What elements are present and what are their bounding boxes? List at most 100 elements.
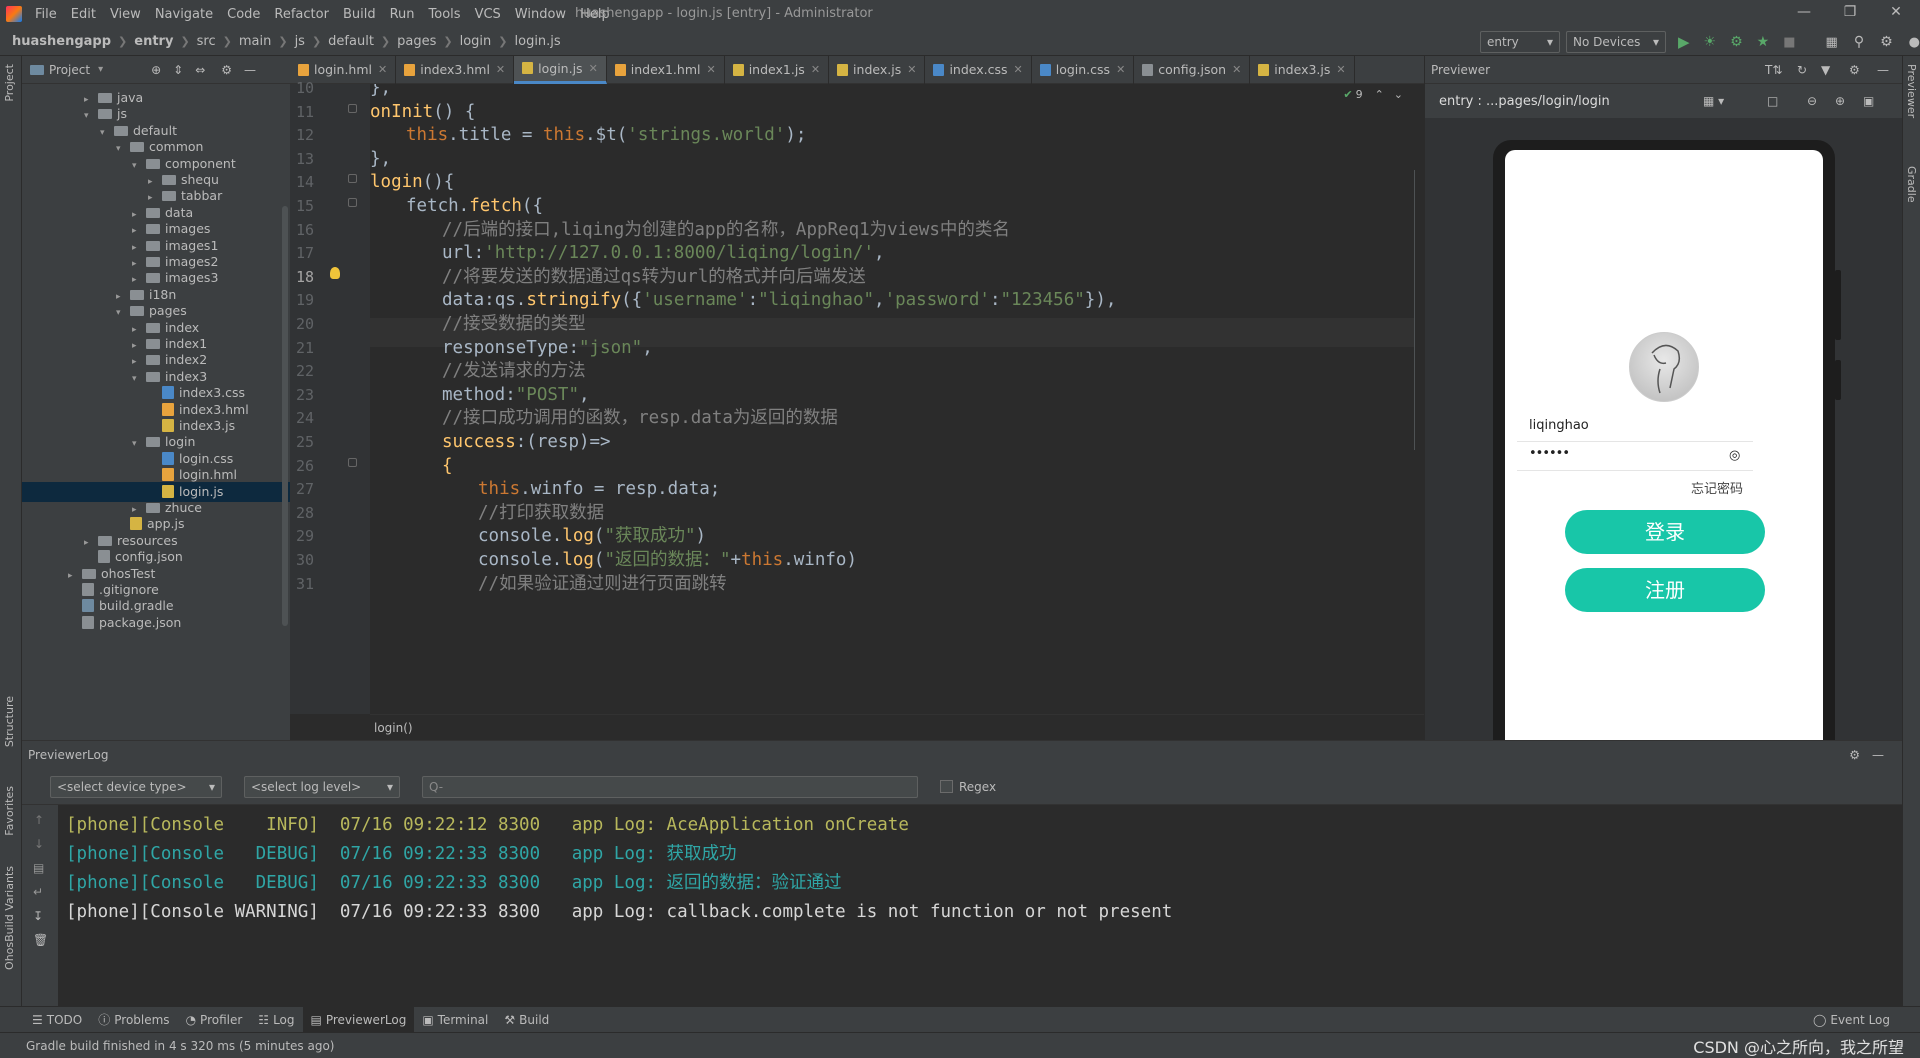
print-icon[interactable]: ▤ <box>33 861 44 875</box>
tool-tab-terminal[interactable]: ▣ Terminal <box>414 1013 496 1027</box>
previewer-settings-icon[interactable]: ⚙ <box>1849 63 1860 77</box>
filter-icon[interactable]: ▼ <box>1821 63 1830 77</box>
close-window-button[interactable]: ✕ <box>1876 4 1916 20</box>
tab-login-js[interactable]: login.js ✕ <box>514 55 607 84</box>
tab-index1-js[interactable]: index1.js ✕ <box>725 55 830 84</box>
tool-tab-problems[interactable]: ⓘ Problems <box>90 1011 177 1028</box>
close-tab-icon[interactable]: ✕ <box>1336 63 1345 76</box>
code-editor[interactable]: }, onInit() {this.title = this.$t('string… <box>370 84 1415 714</box>
regex-toggle[interactable]: Regex <box>940 780 996 794</box>
function-breadcrumb[interactable]: login() <box>374 721 413 735</box>
chevron-down-icon[interactable]: ▾ <box>98 64 103 75</box>
minimize-button[interactable]: — <box>1784 4 1824 20</box>
fold-marker-icon[interactable] <box>348 198 357 207</box>
fold-marker-icon[interactable] <box>348 103 357 113</box>
sdk-manager-icon[interactable]: ▦ <box>1826 35 1838 50</box>
panel-settings-icon[interactable]: ⚙ <box>221 63 232 77</box>
close-tab-icon[interactable]: ✕ <box>378 63 387 76</box>
menu-edit[interactable]: Edit <box>64 7 103 22</box>
editor-scrollbar[interactable] <box>1414 170 1415 450</box>
breadcrumb-item[interactable]: login <box>458 34 494 49</box>
clear-log-icon[interactable]: 🗑 <box>33 933 48 947</box>
breadcrumb-item[interactable]: src <box>195 34 218 49</box>
device-dropdown[interactable]: No Devices ▾ <box>1566 31 1666 53</box>
breadcrumb-item[interactable]: entry <box>132 34 175 49</box>
menu-navigate[interactable]: Navigate <box>148 7 220 22</box>
hide-log-icon[interactable]: — <box>1872 748 1884 762</box>
zoom-out-icon[interactable]: ⊖ <box>1807 94 1817 108</box>
hide-previewer-icon[interactable]: — <box>1877 63 1889 77</box>
event-log-button[interactable]: ◯ Event Log <box>1813 1013 1890 1027</box>
close-tab-icon[interactable]: ✕ <box>907 63 916 76</box>
close-tab-icon[interactable]: ✕ <box>589 62 598 75</box>
grid-view-icon[interactable]: ▦ ▾ <box>1703 94 1724 108</box>
login-button[interactable]: 登录 <box>1565 510 1765 554</box>
project-view-label[interactable]: Project <box>49 63 90 77</box>
search-icon[interactable]: ⚲ <box>1854 34 1864 50</box>
attach-debugger-icon[interactable]: ★ <box>1757 34 1770 50</box>
close-tab-icon[interactable]: ✕ <box>1232 63 1241 76</box>
tab-index-css[interactable]: index.css ✕ <box>925 55 1032 84</box>
refresh-icon[interactable]: ↻ <box>1797 63 1807 77</box>
menu-file[interactable]: File <box>28 7 64 22</box>
favorites-tool-tab[interactable]: Favorites <box>3 786 16 836</box>
tool-tab-log[interactable]: ☷ Log <box>250 1013 302 1027</box>
lightbulb-icon[interactable] <box>330 266 340 279</box>
close-tab-icon[interactable]: ✕ <box>1014 63 1023 76</box>
menu-code[interactable]: Code <box>220 7 267 22</box>
run-icon[interactable]: ▶ <box>1678 33 1690 51</box>
menu-run[interactable]: Run <box>383 7 422 22</box>
previewer-tool-tab[interactable]: Previewer <box>1905 64 1918 118</box>
soft-wrap-icon[interactable]: ↵ <box>33 885 43 899</box>
chevron-up-icon[interactable]: ⌃ <box>1375 88 1384 101</box>
text-tool-icon[interactable]: T⇅ <box>1765 63 1782 77</box>
fullscreen-icon[interactable]: ▣ <box>1863 94 1874 108</box>
password-field[interactable]: •••••• <box>1529 446 1570 461</box>
zoom-in-icon[interactable]: ⊕ <box>1835 94 1845 108</box>
gradle-tool-tab[interactable]: Gradle <box>1905 166 1918 203</box>
structure-tool-tab[interactable]: Structure <box>3 696 16 747</box>
register-button[interactable]: 注册 <box>1565 568 1765 612</box>
log-level-select[interactable]: <select log level> ▾ <box>244 775 400 798</box>
close-tab-icon[interactable]: ✕ <box>1116 63 1125 76</box>
hide-panel-icon[interactable]: — <box>244 63 256 77</box>
username-field[interactable]: liqinghao <box>1529 418 1589 433</box>
log-settings-icon[interactable]: ⚙ <box>1849 748 1860 762</box>
tab-index1-hml[interactable]: index1.hml ✕ <box>607 55 725 84</box>
stop-icon[interactable]: ■ <box>1783 35 1795 50</box>
tab-login-css[interactable]: login.css ✕ <box>1032 55 1135 84</box>
device-type-select[interactable]: <select device type> ▾ <box>50 775 222 798</box>
settings-gear-icon[interactable]: ⚙ <box>1880 34 1893 50</box>
close-tab-icon[interactable]: ✕ <box>496 63 505 76</box>
menu-build[interactable]: Build <box>336 7 383 22</box>
menu-view[interactable]: View <box>103 7 148 22</box>
tool-tab-profiler[interactable]: ◔ Profiler <box>178 1013 251 1027</box>
tab-config-json[interactable]: config.json ✕ <box>1134 55 1251 84</box>
fold-marker-icon[interactable] <box>348 457 357 467</box>
scroll-up-icon[interactable]: ↑ <box>34 813 44 827</box>
tool-tab-build[interactable]: ⚒ Build <box>496 1013 557 1027</box>
log-search-input[interactable]: Q- <box>422 775 918 798</box>
fold-marker-icon[interactable] <box>348 174 357 184</box>
account-icon[interactable]: ● <box>1909 35 1920 50</box>
tree-item-package-json[interactable]: package.json <box>22 613 290 633</box>
restore-button[interactable]: ❐ <box>1830 4 1870 20</box>
fit-icon[interactable]: □ <box>1767 94 1778 108</box>
menu-refactor[interactable]: Refactor <box>267 7 336 22</box>
debug-icon[interactable]: ☀ <box>1704 34 1717 50</box>
close-tab-icon[interactable]: ✕ <box>706 63 715 76</box>
tool-tab-previewerlog[interactable]: ▤ PreviewerLog <box>302 1006 415 1033</box>
project-tool-tab[interactable]: Project <box>3 64 16 102</box>
forgot-password-link[interactable]: 忘记密码 <box>1691 478 1743 497</box>
tool-tab-todo[interactable]: ☰ TODO <box>24 1013 90 1027</box>
breadcrumb-item[interactable]: js <box>293 34 307 49</box>
locate-file-icon[interactable]: ⊕ <box>151 63 161 77</box>
tab-index3-hml[interactable]: index3.hml ✕ <box>396 55 515 84</box>
breadcrumb-item[interactable]: huashengapp <box>10 34 113 49</box>
chevron-down-icon[interactable]: ⌄ <box>1394 88 1403 101</box>
ohos-build-variants-tab[interactable]: OhosBuild Variants <box>3 866 16 970</box>
expand-all-icon[interactable]: ⇕ <box>173 63 183 77</box>
inspection-widget[interactable]: ✔ 9 ⌃ ⌄ <box>1343 88 1403 101</box>
regex-checkbox[interactable] <box>940 780 953 793</box>
run-config-dropdown[interactable]: entry ▾ <box>1480 31 1560 53</box>
